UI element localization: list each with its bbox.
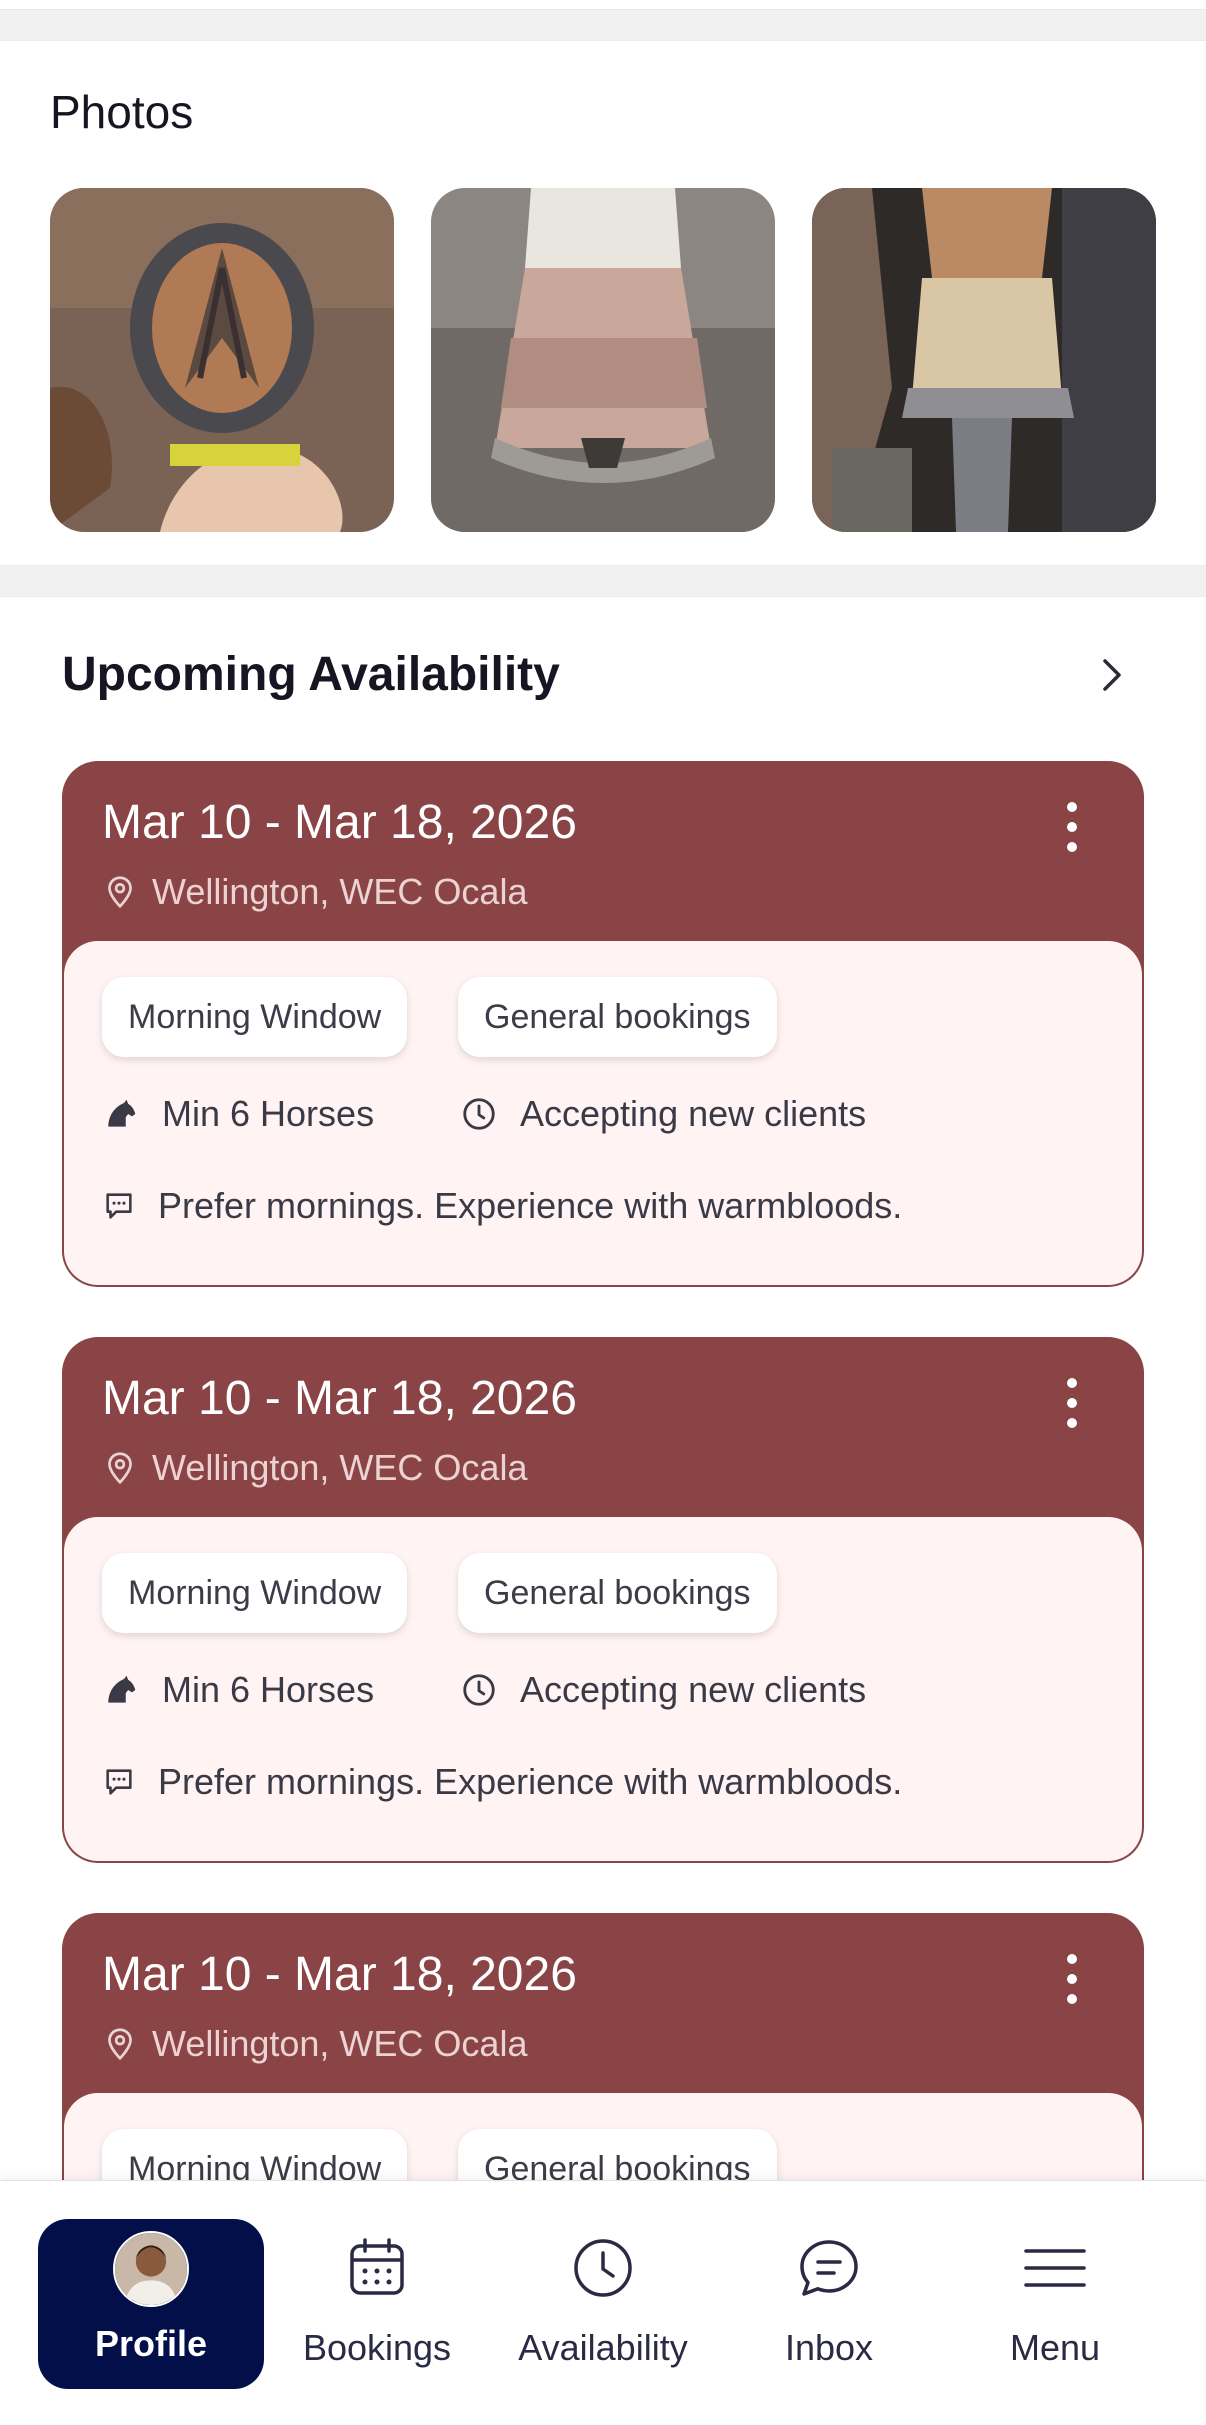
horse-icon (108, 1675, 136, 1703)
nav-inbox[interactable]: Inbox (716, 2219, 942, 2389)
chip-booking-type: General bookings (458, 1553, 777, 1633)
client-status: Accepting new clients (460, 1669, 866, 1711)
nav-label: Menu (1009, 2327, 1101, 2368)
min-horses-text: Min 6 Horses (162, 1669, 375, 1710)
note: Prefer mornings. Experience with warmblo… (102, 1185, 902, 1227)
nav-availability[interactable]: Availability (490, 2219, 716, 2389)
card-details: Morning Window General bookings Min 6 Ho… (64, 941, 1142, 1285)
client-status-text: Accepting new clients (520, 1669, 867, 1710)
nav-label: Availability (518, 2327, 688, 2368)
date-range: Mar 10 - Mar 18, 2026 (102, 796, 577, 849)
photo-hoof-front[interactable] (431, 188, 775, 532)
photo-hoof-underside[interactable] (50, 188, 394, 532)
avatar (113, 2231, 189, 2307)
card-details: Morning Window General bookings Min 6 Ho… (64, 1517, 1142, 1861)
location-text: Wellington, WEC Ocala (152, 2023, 528, 2064)
photos-title: Photos (50, 86, 194, 138)
location-text: Wellington, WEC Ocala (152, 1447, 528, 1488)
location: Wellington, WEC Ocala (102, 2023, 527, 2065)
photo-hoof-shoeing[interactable] (812, 188, 1156, 532)
section-title: Upcoming Availability (62, 648, 560, 701)
availability-card[interactable]: Mar 10 - Mar 18, 2026 Wellington, WEC Oc… (62, 761, 1144, 1287)
note: Prefer mornings. Experience with warmblo… (102, 1761, 902, 1803)
clock-icon (574, 2239, 632, 2297)
nav-bookings[interactable]: Bookings (264, 2219, 490, 2389)
clock-icon (463, 1674, 495, 1706)
horse-icon (108, 1099, 136, 1127)
min-horses-text: Min 6 Horses (162, 1093, 375, 1134)
date-range: Mar 10 - Mar 18, 2026 (102, 1948, 577, 2001)
calendar-icon (350, 2238, 404, 2295)
location-pin-icon (108, 1452, 132, 1485)
more-options-icon[interactable] (1052, 1373, 1092, 1433)
client-status-text: Accepting new clients (520, 1093, 867, 1134)
location: Wellington, WEC Ocala (102, 871, 527, 913)
comment-icon (106, 1769, 132, 1795)
nav-label: Profile (94, 2323, 208, 2364)
chevron-right-icon[interactable] (1090, 653, 1134, 697)
note-text: Prefer mornings. Experience with warmblo… (158, 1761, 903, 1802)
more-options-icon[interactable] (1052, 1949, 1092, 2009)
min-horses: Min 6 Horses (102, 1669, 374, 1711)
location: Wellington, WEC Ocala (102, 1447, 527, 1489)
photos-section: Photos (0, 40, 1206, 566)
chip-booking-type: General bookings (458, 977, 777, 1057)
chip-time-window: Morning Window (102, 1553, 408, 1633)
note-text: Prefer mornings. Experience with warmblo… (158, 1185, 903, 1226)
min-horses: Min 6 Horses (102, 1093, 374, 1135)
comment-icon (106, 1193, 132, 1219)
clock-icon (463, 1098, 495, 1130)
date-range: Mar 10 - Mar 18, 2026 (102, 1372, 577, 1425)
upcoming-availability-section: Upcoming Availability Mar 10 - Mar 18, 2… (0, 596, 1206, 2425)
nav-label: Bookings (302, 2327, 452, 2368)
location-pin-icon (108, 2028, 132, 2061)
location-pin-icon (108, 876, 132, 909)
chip-time-window: Morning Window (102, 977, 408, 1057)
chat-bubble-icon (800, 2240, 858, 2296)
previous-section-edge (0, 0, 1206, 10)
more-options-icon[interactable] (1052, 797, 1092, 857)
hamburger-icon (1024, 2249, 1086, 2287)
bottom-navigation: Profile Bookings Availability Inbox Menu (0, 2180, 1206, 2425)
client-status: Accepting new clients (460, 1093, 866, 1135)
availability-card[interactable]: Mar 10 - Mar 18, 2026 Wellington, WEC Oc… (62, 1337, 1144, 1863)
location-text: Wellington, WEC Ocala (152, 871, 528, 912)
nav-label: Inbox (784, 2327, 874, 2368)
nav-menu[interactable]: Menu (942, 2219, 1168, 2389)
nav-profile[interactable]: Profile (38, 2219, 264, 2389)
screen: Photos Upcoming Availability Mar 10 - Ma… (0, 0, 1206, 2425)
